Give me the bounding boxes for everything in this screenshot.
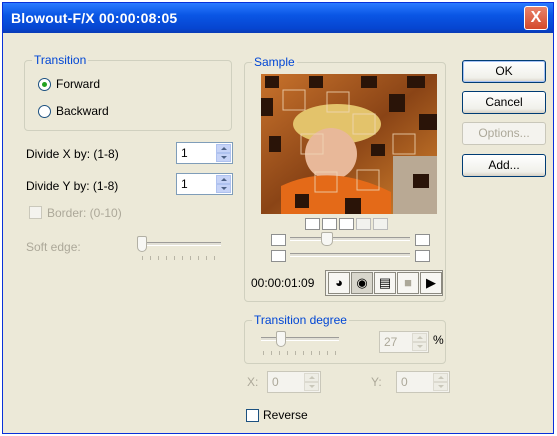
x-up-icon[interactable] [304,373,319,382]
ok-button[interactable]: OK [462,60,546,83]
reverse-label: Reverse [263,408,308,422]
add-button[interactable]: Add... [462,154,546,177]
divide-x-label: Divide X by: (1-8) [26,147,119,161]
go-out-icon[interactable] [373,218,388,230]
soft-edge-thumb[interactable] [137,236,147,252]
y-value[interactable]: 0 [401,375,408,389]
range-slider[interactable] [290,253,410,257]
preview-eye-icon[interactable]: ◉ [351,272,373,294]
backward-radio-button[interactable] [38,105,51,118]
x-stepper[interactable]: 0 [267,371,321,393]
soft-edge-label: Soft edge: [26,240,81,254]
range-start-icon[interactable] [271,250,286,262]
y-label: Y: [371,375,382,389]
y-stepper[interactable]: 0 [396,371,450,393]
forward-label: Forward [56,77,101,91]
stop-icon[interactable]: ■ [397,272,419,294]
forward-radio[interactable]: Forward [38,77,158,93]
cancel-button[interactable]: Cancel [462,91,546,114]
mark-out-icon[interactable] [322,218,337,230]
border-checkbox[interactable] [29,206,42,219]
transition-degree-value[interactable]: 27 [384,335,397,349]
playhead-thumb[interactable] [321,232,333,246]
forward-radio-button[interactable] [38,78,51,91]
range-end-icon[interactable] [415,250,430,262]
transition-degree-ticks [263,351,339,355]
close-icon: X [530,9,542,26]
divide-y-down-icon[interactable] [216,184,231,193]
transition-group: Transition Forward Backward [24,53,232,131]
transition-degree-up-icon[interactable] [412,333,427,342]
title-bar[interactable]: Blowout-F/X 00:00:08:05 X [3,3,553,33]
playhead-slider[interactable] [290,237,410,241]
transition-degree-thumb[interactable] [276,331,286,347]
y-down-icon[interactable] [433,382,448,391]
reverse-checkbox[interactable] [246,409,259,422]
divide-y-up-icon[interactable] [216,175,231,184]
transition-degree-down-icon[interactable] [412,342,427,351]
go-in-icon[interactable] [356,218,371,230]
x-label: X: [247,375,259,389]
sample-preview-image [261,74,437,214]
x-value[interactable]: 0 [272,375,279,389]
divide-x-up-icon[interactable] [216,144,231,153]
mark-in-icon[interactable] [305,218,320,230]
window-title: Blowout-F/X 00:00:08:05 [11,10,178,26]
blowout-fx-dialog: Blowout-F/X 00:00:08:05 X Transition For… [2,2,554,434]
playback-toolbar: ◕ ◉ ▤ ■ ▶ [325,270,443,296]
backward-label: Backward [56,104,109,118]
sample-time: 00:00:01:09 [251,276,315,290]
options-button[interactable]: Options... [462,122,546,145]
border-label: Border: (0-10) [47,206,122,220]
transition-degree-stepper[interactable]: 27 [379,331,429,353]
range-right-icon[interactable] [415,234,430,246]
divide-x-down-icon[interactable] [216,153,231,162]
divide-y-stepper[interactable]: 1 [176,173,233,195]
divide-x-value[interactable]: 1 [181,146,188,160]
transition-legend: Transition [32,53,89,67]
sample-legend: Sample [252,55,297,69]
close-button[interactable]: X [524,6,548,30]
transition-degree-slider[interactable] [261,337,339,341]
transition-degree-legend: Transition degree [252,313,349,327]
divide-x-stepper[interactable]: 1 [176,142,233,164]
soft-edge-slider[interactable] [139,242,221,246]
play-icon[interactable]: ▶ [420,272,442,294]
range-left-icon[interactable] [271,234,286,246]
percent-unit: % [433,333,444,347]
y-up-icon[interactable] [433,373,448,382]
loop-icon[interactable]: ◕ [328,272,350,294]
backward-radio[interactable]: Backward [38,104,158,120]
soft-edge-ticks [142,256,220,260]
divide-y-label: Divide Y by: (1-8) [26,179,119,193]
divide-y-value[interactable]: 1 [181,177,188,191]
monitor-icon[interactable]: ▤ [374,272,396,294]
mark-center-icon[interactable] [339,218,354,230]
x-down-icon[interactable] [304,382,319,391]
